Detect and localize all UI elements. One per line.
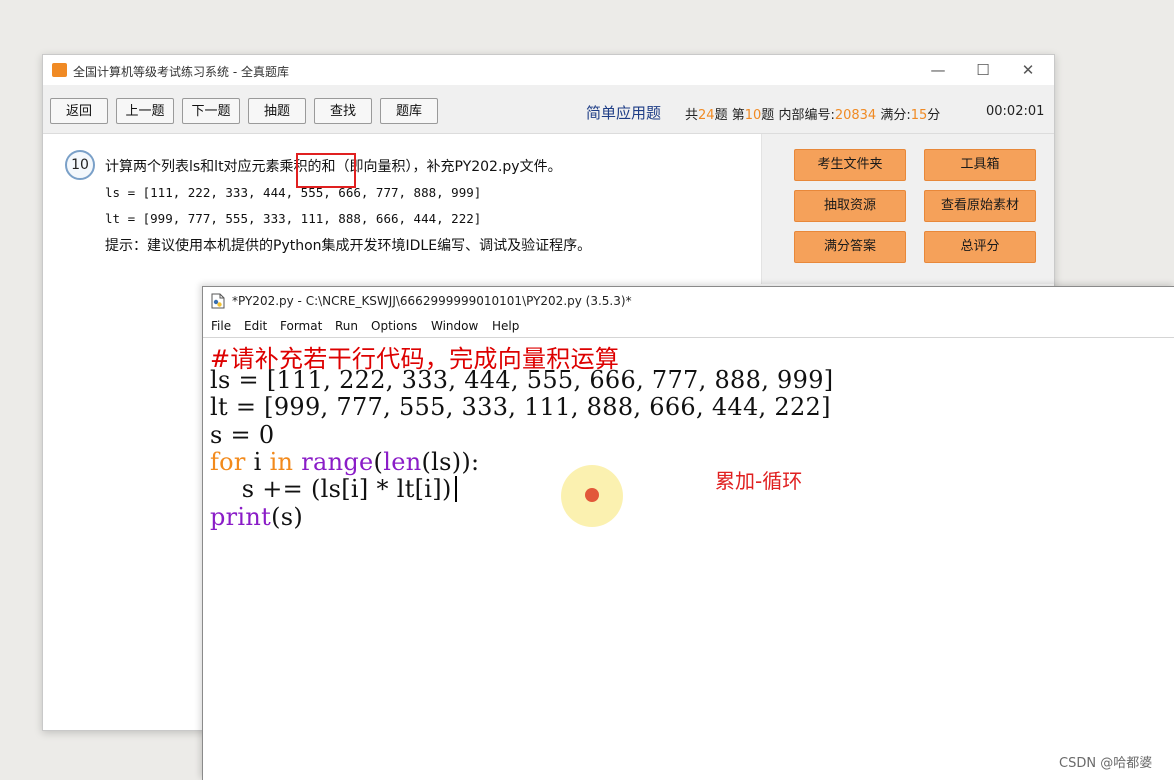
current-suffix: 题: [761, 108, 775, 123]
total-prefix: 共: [685, 108, 699, 123]
question-ls-line: ls = [111, 222, 333, 444, 555, 666, 777,…: [105, 185, 482, 200]
app-icon: [52, 63, 67, 77]
question-number: 10: [65, 150, 95, 180]
view-material-button[interactable]: 查看原始素材: [924, 190, 1036, 222]
score-label: 满分:: [880, 108, 911, 123]
back-button[interactable]: 返回: [50, 98, 108, 124]
scrollbar[interactable]: [761, 134, 776, 284]
watermark: CSDN @哈都婆: [1059, 756, 1153, 771]
maximize-icon[interactable]: ☐: [969, 59, 997, 81]
question-type: 简单应用题: [586, 104, 662, 122]
idle-titlebar: *PY202.py - C:\NCRE_KSWJJ\66629999990101…: [203, 287, 1174, 315]
menu-format[interactable]: Format: [280, 319, 322, 333]
exam-window-title: 全国计算机等级考试练习系统 - 全真题库: [73, 65, 289, 79]
text-cursor: [454, 476, 457, 502]
for-rest: (ls)):: [421, 448, 480, 476]
total-score-button[interactable]: 总评分: [924, 231, 1036, 263]
menu-options[interactable]: Options: [371, 319, 417, 333]
timer: 00:02:01: [986, 104, 1045, 119]
candidate-folder-button[interactable]: 考生文件夹: [794, 149, 906, 181]
extract-resource-button[interactable]: 抽取资源: [794, 190, 906, 222]
search-button[interactable]: 查找: [314, 98, 372, 124]
next-question-button[interactable]: 下一题: [182, 98, 240, 124]
score-value: 15: [910, 108, 928, 123]
current-number: 10: [744, 108, 762, 123]
code-line-lt: lt = [999, 777, 555, 333, 111, 888, 666,…: [210, 393, 831, 421]
menu-run[interactable]: Run: [335, 319, 358, 333]
highlight-box: [296, 153, 356, 188]
keyword-in: in: [269, 448, 294, 476]
code-line-init: s = 0: [210, 421, 275, 449]
full-score-answer-button[interactable]: 满分答案: [794, 231, 906, 263]
loop-var: i: [245, 448, 270, 476]
total-count: 24: [698, 108, 715, 123]
mouse-pointer-icon: [585, 488, 599, 502]
code-label: 内部编号:: [778, 108, 835, 123]
code-line-ls: ls = [111, 222, 333, 444, 555, 666, 777,…: [210, 366, 834, 394]
toolbox-button[interactable]: 工具箱: [924, 149, 1036, 181]
builtin-range: range: [301, 448, 374, 476]
question-stats: 共24题 第10题 内部编号:20834 满分:15分: [685, 104, 940, 123]
question-lt-line: lt = [999, 777, 555, 333, 111, 888, 666,…: [105, 211, 482, 226]
close-icon[interactable]: ✕: [1014, 59, 1042, 81]
menu-edit[interactable]: Edit: [244, 319, 267, 333]
code-line-for: for i in range(len(ls)):: [210, 448, 479, 476]
side-panel: 考生文件夹 工具箱 抽取资源 查看原始素材 满分答案 总评分: [776, 134, 1054, 284]
code-line-print: print(s): [210, 503, 303, 531]
idle-menubar: File Edit Format Run Options Window Help: [203, 315, 1174, 338]
code-editor[interactable]: #请补充若干行代码，完成向量积运算 ls = [111, 222, 333, 4…: [203, 338, 1174, 780]
internal-code: 20834: [834, 108, 877, 123]
builtin-print: print: [210, 503, 272, 531]
menu-help[interactable]: Help: [492, 319, 519, 333]
exam-toolbar: 返回 上一题 下一题 抽题 查找 题库 简单应用题 共24题 第10题 内部编号…: [43, 85, 1054, 134]
prev-question-button[interactable]: 上一题: [116, 98, 174, 124]
paren: (: [373, 448, 384, 476]
menu-file[interactable]: File: [211, 319, 231, 333]
total-suffix: 题: [714, 108, 728, 123]
keyword-for: for: [210, 448, 246, 476]
accumulate-text: s += (ls[i] * lt[i]): [210, 475, 452, 503]
question-hint: 提示：建议使用本机提供的Python集成开发环境IDLE编写、调试及验证程序。: [105, 238, 592, 254]
score-suffix: 分: [927, 108, 941, 123]
idle-window-title: *PY202.py - C:\NCRE_KSWJJ\66629999990101…: [232, 294, 632, 308]
question-bank-button[interactable]: 题库: [380, 98, 438, 124]
idle-window: *PY202.py - C:\NCRE_KSWJJ\66629999990101…: [202, 286, 1174, 780]
print-args: (s): [271, 503, 304, 531]
minimize-icon[interactable]: —: [924, 59, 952, 81]
current-prefix: 第: [731, 108, 745, 123]
code-line-accumulate: s += (ls[i] * lt[i]): [210, 475, 457, 503]
annotation-text: 累加-循环: [715, 469, 803, 493]
python-file-icon: [211, 293, 225, 309]
draw-question-button[interactable]: 抽题: [248, 98, 306, 124]
exam-titlebar: 全国计算机等级考试练习系统 - 全真题库 — ☐ ✕: [43, 55, 1054, 85]
builtin-len: len: [383, 448, 422, 476]
menu-window[interactable]: Window: [431, 319, 478, 333]
